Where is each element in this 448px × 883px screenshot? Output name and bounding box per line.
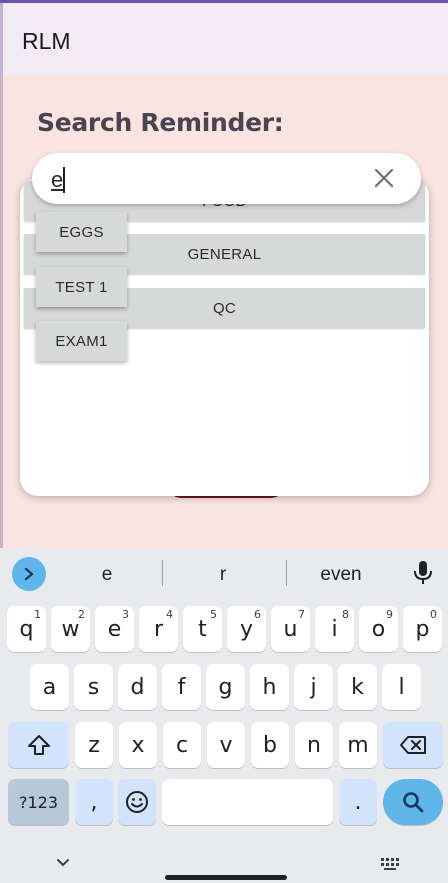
key-j[interactable]: j	[294, 664, 333, 710]
backspace-icon	[400, 736, 426, 754]
app-title: RLM	[22, 28, 71, 54]
key-hint: 5	[210, 608, 217, 621]
key-label: e	[107, 616, 122, 642]
key-k[interactable]: k	[338, 664, 377, 710]
app-bar: RLM	[3, 3, 448, 75]
key-hint: 3	[122, 608, 129, 621]
key-hint: 7	[298, 608, 305, 621]
shift-key[interactable]	[8, 722, 69, 768]
suggestion-test-1[interactable]: TEST 1	[36, 267, 127, 307]
key-w[interactable]: w2	[51, 606, 90, 652]
keyboard-expand-button[interactable]	[12, 557, 46, 591]
mic-icon[interactable]	[412, 560, 434, 586]
search-key[interactable]	[383, 779, 443, 825]
hide-keyboard-icon[interactable]	[56, 858, 70, 868]
key-label: p	[415, 616, 430, 642]
space-key[interactable]	[162, 779, 333, 825]
suggestion-divider	[286, 560, 287, 586]
key-label: q	[19, 616, 34, 642]
home-indicator[interactable]	[165, 875, 287, 880]
key-f[interactable]: f	[162, 664, 201, 710]
key-c[interactable]: c	[163, 722, 201, 768]
key-label: o	[371, 616, 386, 642]
key-hint: 8	[342, 608, 349, 621]
key-b[interactable]: b	[251, 722, 289, 768]
key-g[interactable]: g	[206, 664, 245, 710]
suggestion-divider	[162, 560, 163, 586]
key-hint: 1	[34, 608, 41, 621]
key-p[interactable]: p0	[403, 606, 442, 652]
key-label: y	[239, 616, 254, 642]
key-z[interactable]: z	[75, 722, 113, 768]
key-s[interactable]: s	[74, 664, 113, 710]
keyboard-suggestion-1[interactable]: e	[57, 564, 157, 586]
chevron-right-icon	[24, 567, 34, 581]
key-e[interactable]: e3	[95, 606, 134, 652]
backspace-key[interactable]	[383, 722, 443, 768]
key-hint: 9	[386, 608, 393, 621]
key-u[interactable]: u7	[271, 606, 310, 652]
keyboard-suggestion-2[interactable]: r	[173, 564, 273, 586]
key-v[interactable]: v	[207, 722, 245, 768]
key-hint: 4	[166, 608, 173, 621]
clear-icon[interactable]	[373, 167, 395, 189]
search-input[interactable]: e	[32, 153, 421, 204]
key-t[interactable]: t5	[183, 606, 222, 652]
key-label: u	[283, 616, 298, 642]
key-i[interactable]: i8	[315, 606, 354, 652]
key-y[interactable]: y6	[227, 606, 266, 652]
key-o[interactable]: o9	[359, 606, 398, 652]
search-icon	[403, 792, 424, 813]
comma-key[interactable]: ,	[75, 779, 113, 825]
emoji-key[interactable]	[118, 779, 156, 825]
key-label: r	[153, 616, 164, 642]
soft-keyboard: e r even q1w2e3r4t5y6u7i8o9p0 asdfghjkl …	[0, 548, 448, 883]
key-label: t	[198, 616, 207, 642]
window-edge	[0, 3, 3, 548]
key-label: i	[331, 616, 338, 642]
key-label: w	[61, 616, 80, 642]
key-h[interactable]: h	[250, 664, 289, 710]
text-caret	[63, 167, 65, 193]
key-a[interactable]: a	[30, 664, 69, 710]
keyboard-switcher-icon[interactable]	[380, 857, 400, 871]
key-m[interactable]: m	[339, 722, 377, 768]
key-d[interactable]: d	[118, 664, 157, 710]
key-hint: 2	[78, 608, 85, 621]
screen-title: Search Reminder:	[37, 108, 284, 137]
key-r[interactable]: r4	[139, 606, 178, 652]
search-input-value: e	[51, 167, 64, 192]
suggestion-exam1[interactable]: EXAM1	[36, 321, 127, 361]
shift-icon	[27, 735, 50, 755]
keyboard-suggestion-3[interactable]: even	[291, 564, 391, 586]
symbols-key[interactable]: ?123	[8, 779, 69, 825]
key-l[interactable]: l	[382, 664, 421, 710]
key-n[interactable]: n	[295, 722, 333, 768]
key-hint: 0	[430, 608, 437, 621]
emoji-icon	[126, 791, 148, 813]
key-q[interactable]: q1	[7, 606, 46, 652]
suggestion-eggs[interactable]: EGGS	[36, 212, 127, 252]
key-hint: 6	[254, 608, 261, 621]
period-key[interactable]: .	[339, 779, 377, 825]
key-x[interactable]: x	[119, 722, 157, 768]
